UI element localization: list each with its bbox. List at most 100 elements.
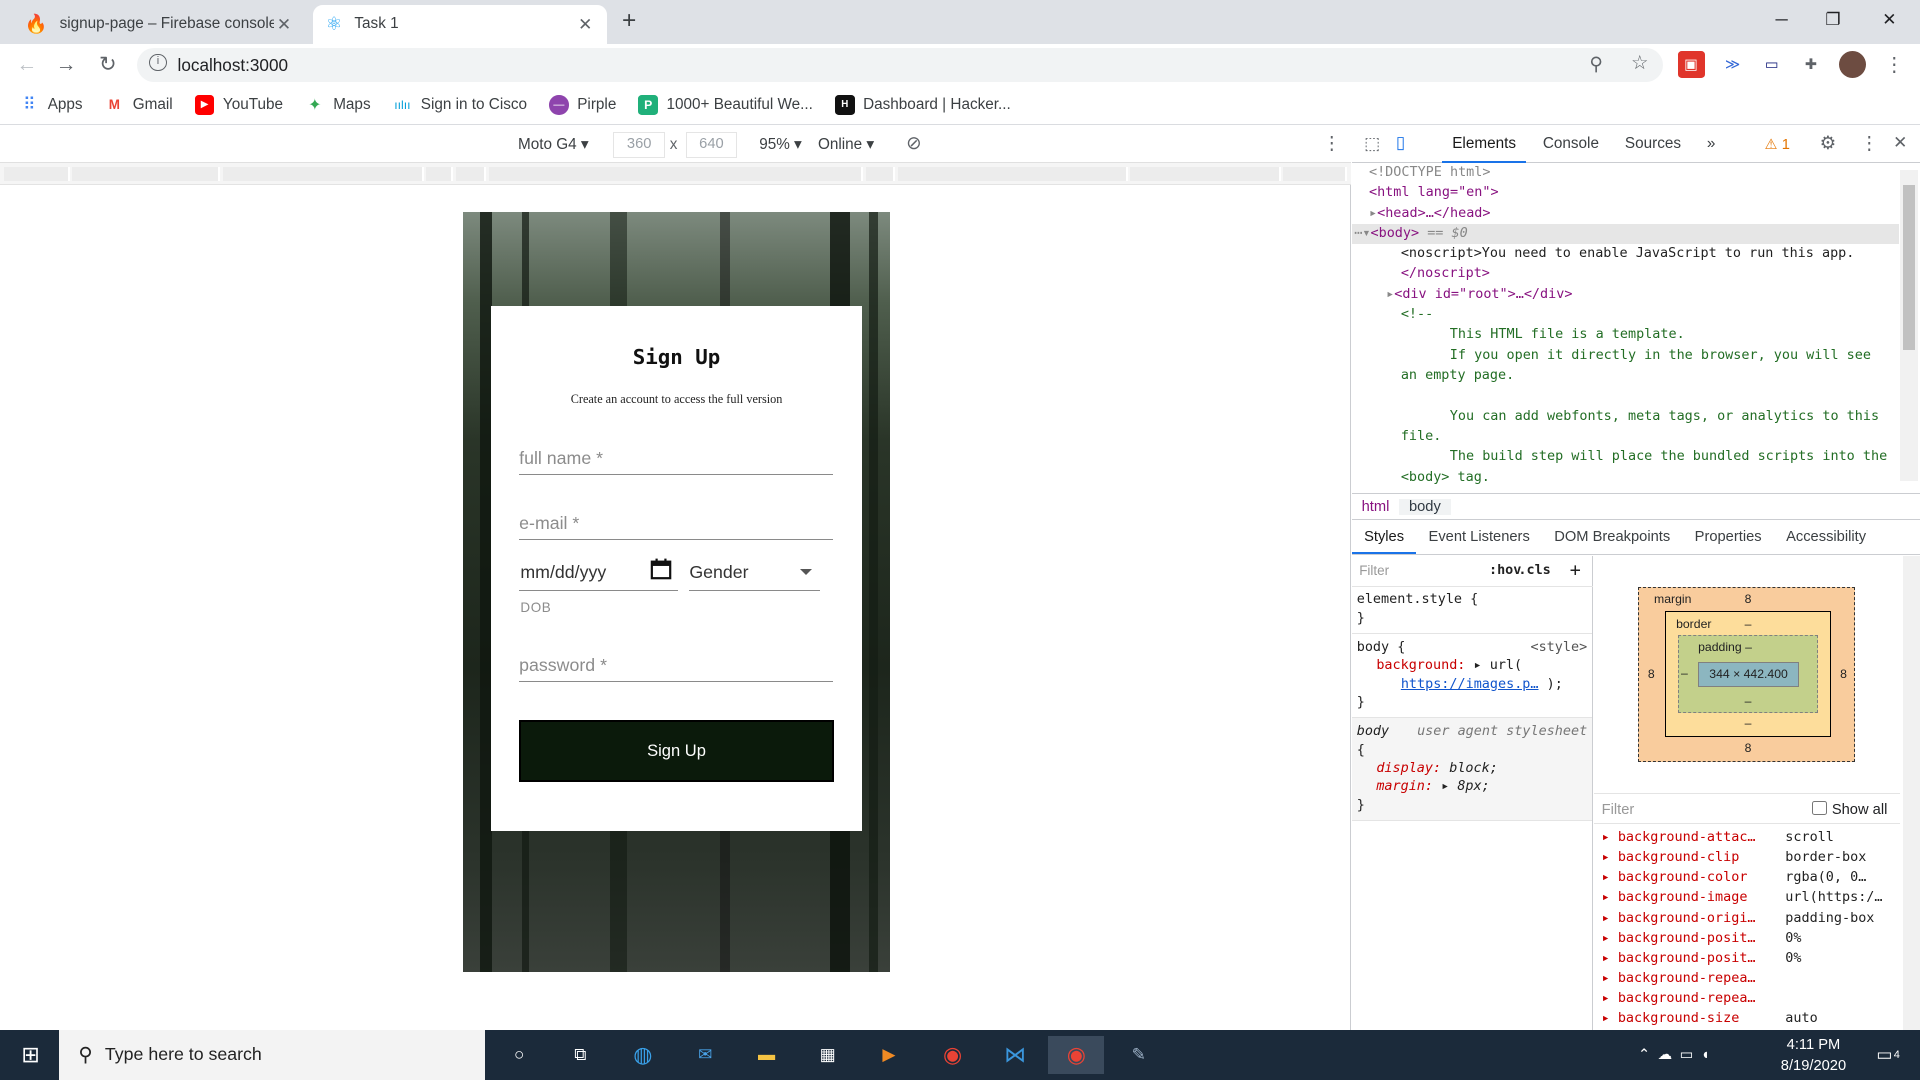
extension-screen-icon[interactable]: ▭ (1758, 51, 1785, 78)
full-name-field[interactable]: full name * (519, 431, 833, 476)
inspect-element-icon[interactable]: ⬚ (1364, 133, 1380, 154)
comment-open[interactable]: <!-- (1352, 305, 1899, 325)
rule-source-link[interactable]: <style> (1530, 639, 1587, 657)
border-bottom-value[interactable]: – (1745, 716, 1752, 730)
calendar-icon[interactable] (650, 558, 672, 580)
info-icon[interactable]: i (149, 53, 167, 71)
margin-left-value[interactable]: 8 (1648, 667, 1655, 681)
close-tab-icon[interactable]: ✕ (576, 14, 596, 35)
email-field[interactable]: e-mail * (519, 496, 833, 540)
bookmark-apps[interactable]: ⠿ Apps (20, 94, 83, 115)
zoom-icon[interactable]: ⚲ (1589, 53, 1602, 75)
cortana-icon[interactable]: ○ (491, 1036, 547, 1074)
computed-row[interactable]: ▸ background-posit… 0% (1594, 951, 1900, 971)
tab-properties[interactable]: Properties (1682, 522, 1773, 554)
back-button[interactable]: ← (10, 49, 44, 81)
styles-filter-input[interactable]: Filter (1359, 563, 1389, 578)
padding-left-value[interactable]: – (1681, 666, 1688, 680)
elements-scroll-thumb[interactable] (1902, 184, 1916, 351)
address-bar[interactable]: i localhost:3000 ⚲ ☆ (137, 47, 1663, 83)
tab-task1[interactable]: ⚛ Task 1 ✕ (313, 4, 608, 45)
system-tray-icons[interactable]: ⌃☁▭◖ (1604, 1036, 1751, 1074)
ruler-segment[interactable] (426, 166, 454, 182)
crumb-body[interactable]: body (1399, 498, 1451, 515)
forward-button[interactable]: → (49, 49, 83, 81)
cls-toggle[interactable]: .cls (1518, 563, 1550, 578)
computed-row[interactable]: ▸ background-clip border-box (1594, 850, 1900, 870)
close-tab-icon[interactable]: ✕ (274, 14, 294, 35)
computed-row[interactable]: ▸ background-repea… (1594, 991, 1900, 1011)
network-select[interactable]: Online ▾ (818, 135, 874, 154)
ruler-segment[interactable] (488, 166, 864, 182)
tab-console[interactable]: Console (1533, 126, 1609, 163)
css-value[interactable]: block; (1449, 761, 1498, 776)
maximize-button[interactable]: ❐ (1805, 0, 1861, 39)
paint-icon[interactable]: ✎ (1111, 1036, 1167, 1074)
margin-top-value[interactable]: 8 (1745, 592, 1752, 606)
body-style-rule[interactable]: body {<style> background: ▸ url( https:/… (1351, 634, 1593, 719)
file-explorer-icon[interactable]: ▬ (738, 1036, 794, 1074)
device-toolbar-menu-icon[interactable]: ⋮ (1322, 132, 1340, 154)
bookmark-pirple[interactable]: — Pirple (549, 95, 616, 115)
devtools-menu-icon[interactable]: ⋮ (1860, 132, 1878, 154)
chrome-icon[interactable]: ◉ (924, 1036, 980, 1074)
close-devtools-icon[interactable]: ✕ (1893, 132, 1907, 153)
computed-row[interactable]: ▸ background-image url(https:/… (1594, 890, 1900, 910)
vscode-icon[interactable]: ⋈ (987, 1036, 1043, 1074)
ruler-segment[interactable] (455, 166, 487, 182)
padding-bottom-value[interactable]: – (1745, 694, 1752, 708)
close-window-button[interactable]: ✕ (1861, 0, 1917, 39)
signup-button[interactable]: Sign Up (519, 719, 834, 783)
minimize-button[interactable]: ─ (1753, 0, 1809, 39)
head-node[interactable]: ▸<head>…</head> (1352, 204, 1899, 224)
width-input[interactable]: 360 (613, 132, 665, 158)
ruler-segment[interactable] (72, 166, 221, 182)
computed-row[interactable]: ▸ background-size auto (1594, 1011, 1900, 1031)
new-tab-button[interactable]: + (622, 7, 636, 35)
bookmark-hackerrank[interactable]: H Dashboard | Hacker... (834, 95, 1011, 115)
bookmark-cisco[interactable]: ıılıı Sign in to Cisco (393, 95, 527, 115)
windows-start-icon[interactable]: ⊞ (2, 1036, 58, 1074)
computed-row[interactable]: ▸ background-origi… padding-box (1594, 911, 1900, 931)
tab-accessibility[interactable]: Accessibility (1774, 522, 1878, 554)
reload-button[interactable]: ↻ (91, 49, 125, 81)
bookmark-youtube[interactable]: ▶ YouTube (194, 95, 283, 115)
computed-filter-input[interactable]: Filter (1602, 802, 1635, 818)
tab-styles[interactable]: Styles (1351, 522, 1417, 554)
tab-event-listeners[interactable]: Event Listeners (1416, 522, 1542, 554)
bookmark-maps[interactable]: ✦ Maps (305, 95, 370, 115)
computed-row[interactable]: ▸ background-attac… scroll (1594, 830, 1900, 850)
element-style-rule[interactable]: element.style { } (1351, 587, 1593, 635)
margin-right-value[interactable]: 8 (1840, 667, 1847, 681)
computed-row[interactable]: ▸ background-posit… 0% (1594, 931, 1900, 951)
task-view-icon[interactable]: ⧉ (552, 1036, 608, 1074)
collapse-triangle-icon[interactable]: ▾ (1362, 226, 1370, 241)
show-all-checkbox[interactable] (1812, 800, 1827, 816)
background-url-link[interactable]: https://images.p… (1401, 677, 1539, 692)
noscript-close[interactable]: </noscript> (1352, 264, 1899, 284)
bookmark-beautiful[interactable]: P 1000+ Beautiful We... (638, 95, 813, 115)
warning-badge[interactable]: ⚠ 1 (1765, 136, 1790, 153)
chrome-menu-icon[interactable]: ⋮ (1881, 51, 1908, 78)
html-node[interactable]: <html lang="en"> (1352, 183, 1899, 203)
profile-avatar[interactable] (1839, 51, 1867, 79)
mail-icon[interactable]: ✉ (677, 1036, 733, 1074)
ruler-segment[interactable] (1283, 166, 1347, 182)
ua-style-rule[interactable]: body user agent stylesheet { display: blo… (1351, 718, 1593, 821)
extension-red-icon[interactable]: ▣ (1677, 51, 1705, 79)
chrome-active-icon[interactable]: ◉ (1048, 1035, 1105, 1074)
styles-scrollbar[interactable] (1902, 555, 1920, 1030)
notification-icon[interactable]: ▭ 4 (1864, 1036, 1913, 1074)
zoom-select[interactable]: 95% ▾ (759, 135, 802, 154)
more-tabs-button[interactable]: » (1697, 126, 1725, 163)
url-text[interactable]: localhost:3000 (178, 55, 288, 76)
crumb-html[interactable]: html (1352, 499, 1399, 515)
tab-sources[interactable]: Sources (1615, 126, 1691, 163)
password-field[interactable]: password * (519, 638, 833, 682)
css-property[interactable]: display: (1376, 761, 1441, 776)
computed-row[interactable]: ▸ background-repea… (1594, 971, 1900, 991)
dob-date-input[interactable]: mm/dd/yyy (519, 547, 679, 592)
edge-icon[interactable]: ◍ (615, 1036, 671, 1074)
margin-bottom-value[interactable]: 8 (1745, 741, 1752, 755)
taskbar-clock[interactable]: 4:11 PM 8/19/2020 (1763, 1035, 1863, 1077)
